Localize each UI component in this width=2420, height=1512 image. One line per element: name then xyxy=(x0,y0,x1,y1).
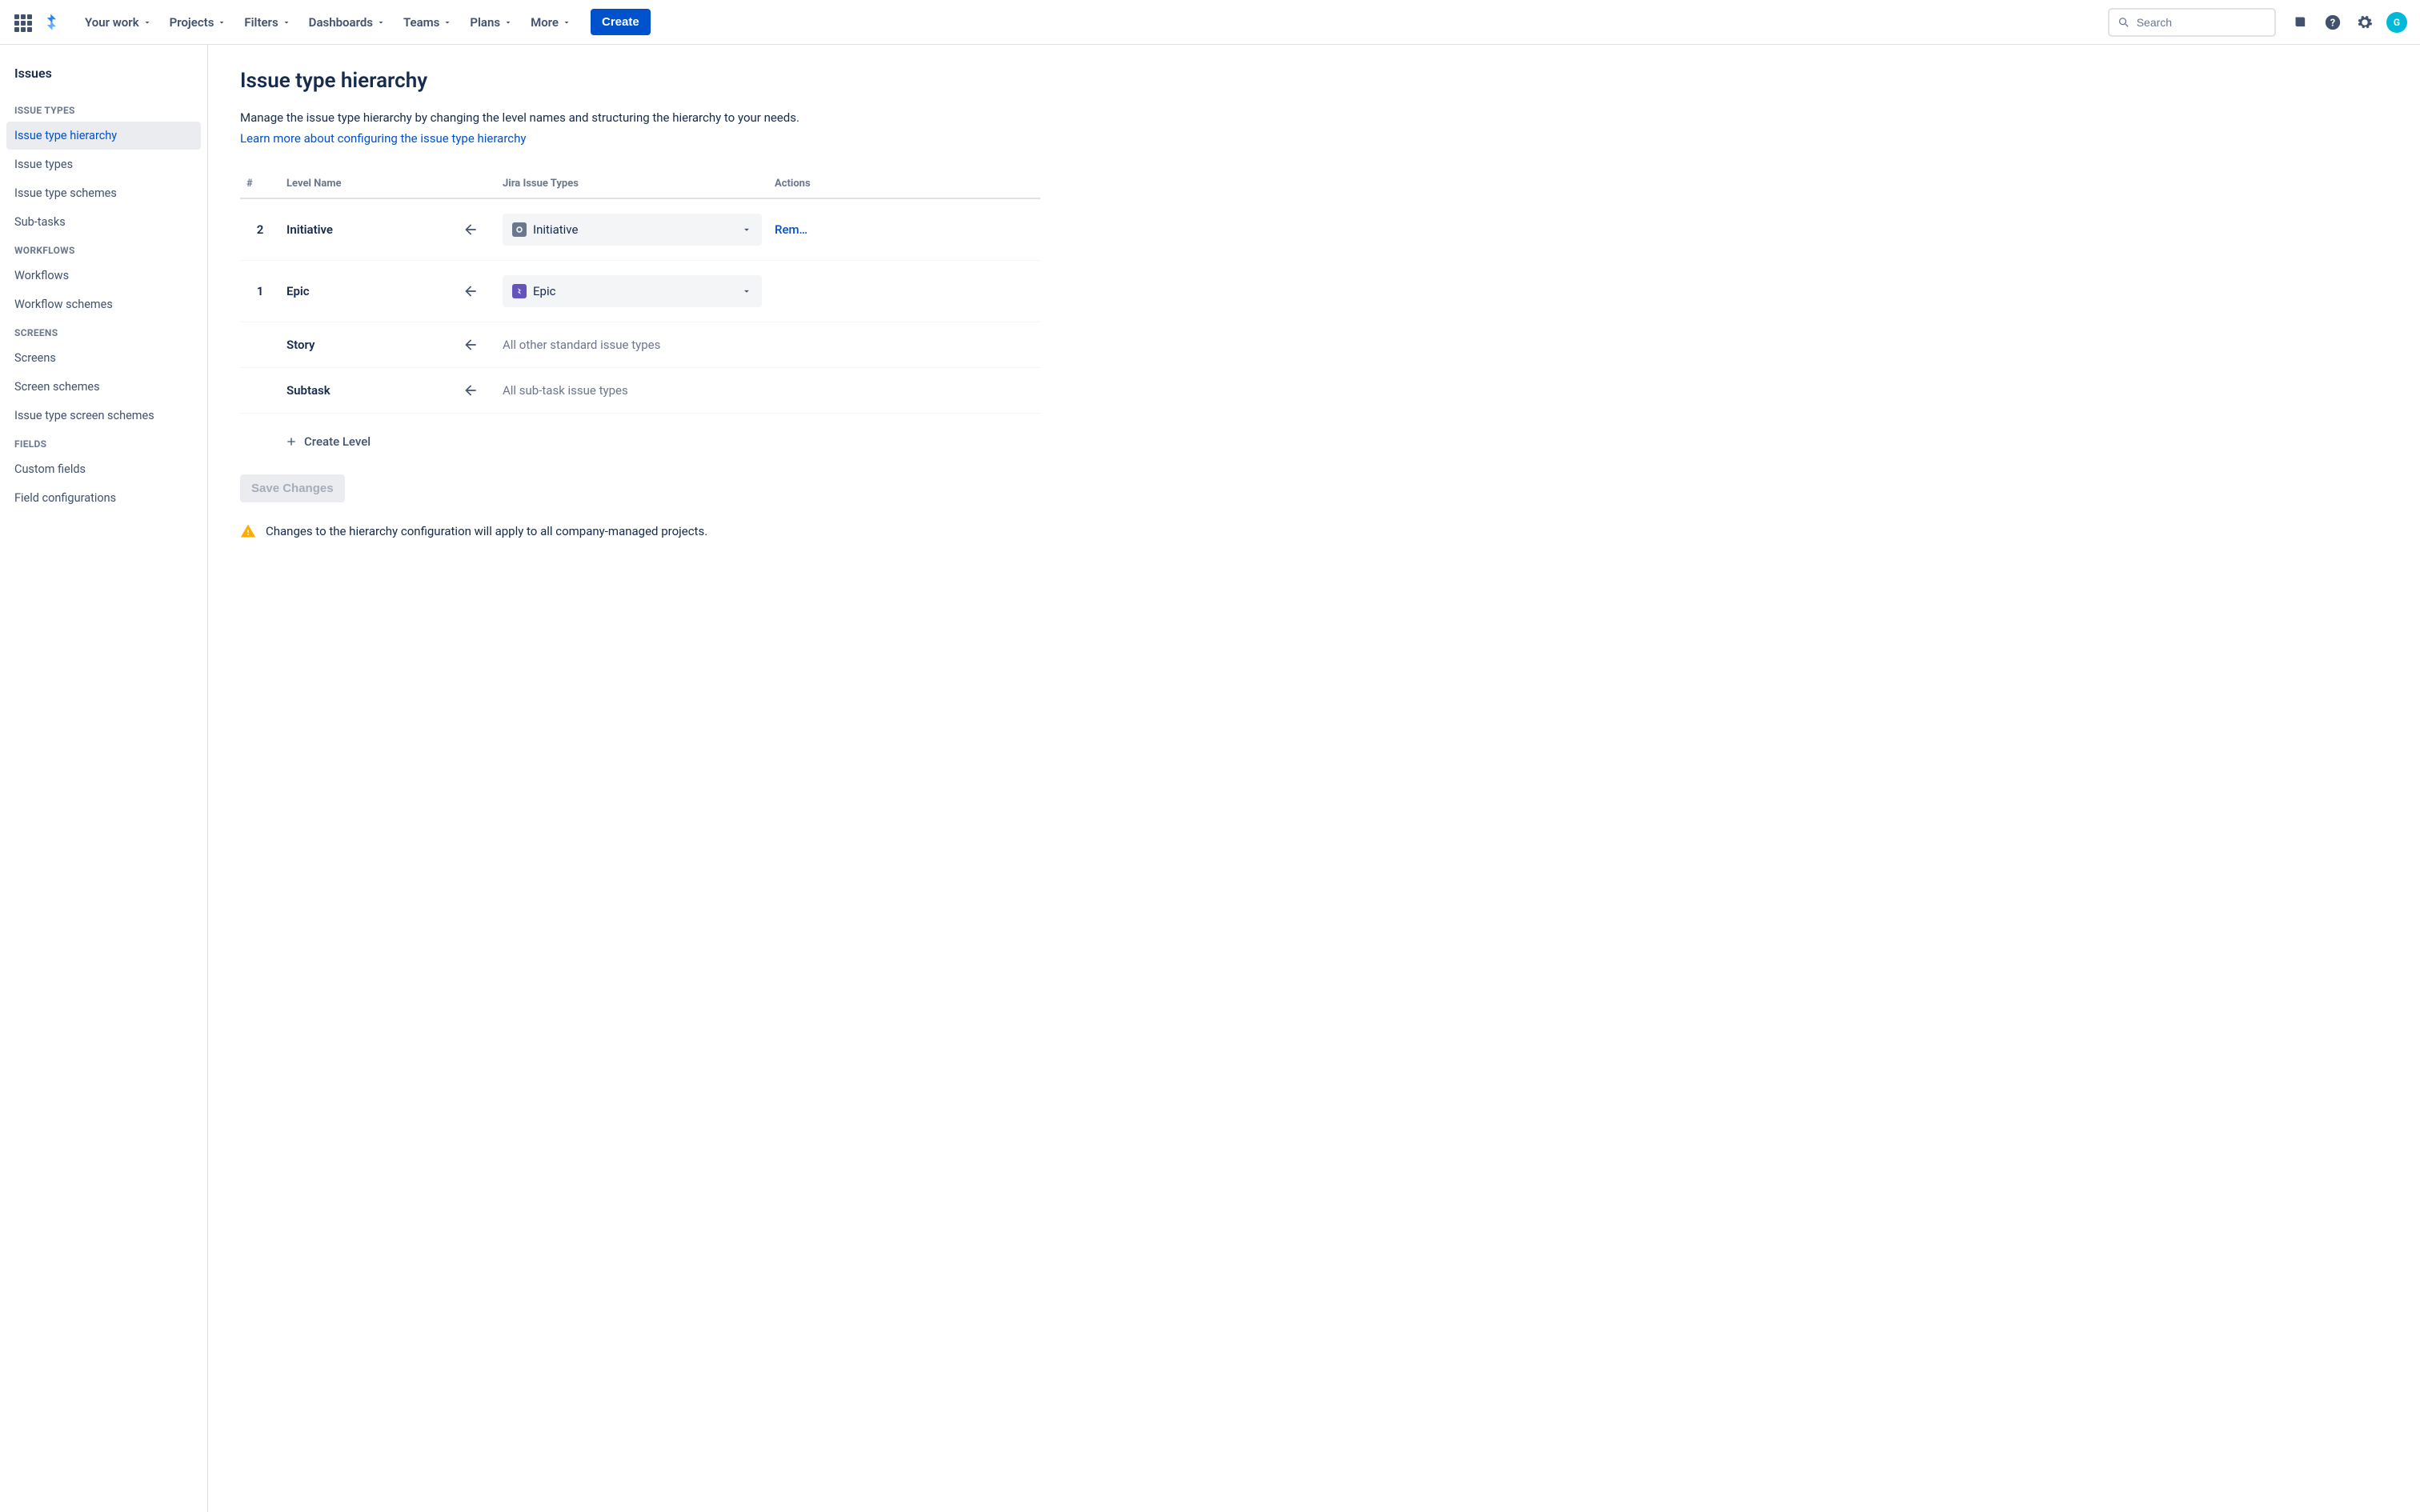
nav-label: Projects xyxy=(170,15,214,30)
sidebar-heading-workflows: WORKFLOWS xyxy=(6,237,201,261)
warning-message: Changes to the hierarchy configuration w… xyxy=(240,523,2388,539)
nav-label: Dashboards xyxy=(309,15,373,30)
search-box[interactable] xyxy=(2108,8,2276,37)
chevron-down-icon xyxy=(741,286,752,297)
search-icon xyxy=(2118,15,2130,30)
help-icon[interactable]: ? xyxy=(2322,12,2343,33)
user-avatar[interactable]: G xyxy=(2386,12,2407,33)
col-header-types: Jira Issue Types xyxy=(496,170,768,198)
issue-type-static: All sub-task issue types xyxy=(503,383,628,398)
chevron-down-icon xyxy=(562,18,571,27)
sidebar-item-workflows[interactable]: Workflows xyxy=(6,262,201,290)
row-action xyxy=(768,322,1040,368)
sidebar-title: Issues xyxy=(6,61,201,97)
remove-action[interactable]: Rem… xyxy=(768,198,1040,261)
nav-filters[interactable]: Filters xyxy=(236,10,298,34)
sidebar-item-issue-type-screen-schemes[interactable]: Issue type screen schemes xyxy=(6,402,201,430)
chevron-down-icon xyxy=(376,18,386,27)
nav-label: Your work xyxy=(85,15,139,30)
svg-text:?: ? xyxy=(2330,17,2335,29)
initiative-icon xyxy=(512,222,527,237)
issue-type-static: All other standard issue types xyxy=(503,338,660,352)
epic-icon xyxy=(512,284,527,298)
chevron-down-icon xyxy=(443,18,452,27)
app-switcher-icon[interactable] xyxy=(13,13,32,32)
chevron-down-icon xyxy=(282,18,291,27)
nav-utility-icons: ? G xyxy=(2290,12,2407,33)
sidebar-heading-issue-types: ISSUE TYPES xyxy=(6,97,201,121)
sidebar-item-issue-types[interactable]: Issue types xyxy=(6,150,201,178)
sidebar-item-screens[interactable]: Screens xyxy=(6,344,201,372)
nav-more[interactable]: More xyxy=(523,10,579,34)
chevron-down-icon xyxy=(503,18,513,27)
chevron-down-icon xyxy=(142,18,152,27)
level-name[interactable]: Story xyxy=(280,322,456,368)
issue-type-select[interactable]: Initiative xyxy=(503,214,762,246)
settings-icon[interactable] xyxy=(2354,12,2375,33)
create-button[interactable]: Create xyxy=(591,9,651,35)
chevron-down-icon xyxy=(741,224,752,235)
jira-logo-icon[interactable] xyxy=(42,13,61,32)
nav-label: Filters xyxy=(244,15,278,30)
sidebar-item-screen-schemes[interactable]: Screen schemes xyxy=(6,373,201,401)
row-num xyxy=(240,368,280,414)
search-input[interactable] xyxy=(2137,16,2266,29)
nav-plans[interactable]: Plans xyxy=(462,10,521,34)
issue-type-label: Initiative xyxy=(533,222,578,237)
chevron-down-icon xyxy=(217,18,226,27)
learn-more-link[interactable]: Learn more about configuring the issue t… xyxy=(240,131,526,146)
sidebar-item-sub-tasks[interactable]: Sub-tasks xyxy=(6,208,201,236)
arrow-left-icon xyxy=(463,382,479,398)
issue-type-label: Epic xyxy=(533,284,555,298)
sidebar-item-workflow-schemes[interactable]: Workflow schemes xyxy=(6,290,201,318)
warning-icon xyxy=(240,523,256,539)
hierarchy-table: # Level Name Jira Issue Types Actions 2 … xyxy=(240,170,1040,414)
notifications-icon[interactable] xyxy=(2290,12,2311,33)
row-num: 1 xyxy=(240,261,280,322)
nav-dashboards[interactable]: Dashboards xyxy=(301,10,394,34)
create-level-button[interactable]: Create Level xyxy=(282,428,374,455)
row-action xyxy=(768,368,1040,414)
nav-label: More xyxy=(531,15,559,30)
nav-your-work[interactable]: Your work xyxy=(77,10,160,34)
page-title: Issue type hierarchy xyxy=(240,69,2388,93)
sidebar-heading-fields: FIELDS xyxy=(6,430,201,454)
top-navigation: Your work Projects Filters Dashboards Te… xyxy=(0,0,2420,45)
create-level-label: Create Level xyxy=(304,434,371,449)
level-name[interactable]: Initiative xyxy=(280,198,456,261)
sidebar-item-issue-type-hierarchy[interactable]: Issue type hierarchy xyxy=(6,122,201,150)
nav-teams[interactable]: Teams xyxy=(395,10,460,34)
sidebar-item-custom-fields[interactable]: Custom fields xyxy=(6,455,201,483)
row-num xyxy=(240,322,280,368)
issue-type-select[interactable]: Epic xyxy=(503,275,762,307)
sidebar-item-field-configurations[interactable]: Field configurations xyxy=(6,484,201,512)
col-header-actions: Actions xyxy=(768,170,1040,198)
row-num: 2 xyxy=(240,198,280,261)
main-content: Issue type hierarchy Manage the issue ty… xyxy=(208,45,2420,1512)
nav-label: Plans xyxy=(470,15,500,30)
arrow-left-icon xyxy=(463,283,479,299)
level-name[interactable]: Subtask xyxy=(280,368,456,414)
arrow-left-icon xyxy=(463,222,479,238)
nav-links: Your work Projects Filters Dashboards Te… xyxy=(77,10,579,34)
table-row: 1 Epic Epic xyxy=(240,261,1040,322)
nav-projects[interactable]: Projects xyxy=(162,10,235,34)
level-name[interactable]: Epic xyxy=(280,261,456,322)
table-row: Subtask All sub-task issue types xyxy=(240,368,1040,414)
table-row: 2 Initiative Initiative xyxy=(240,198,1040,261)
arrow-left-icon xyxy=(463,337,479,353)
col-header-num: # xyxy=(240,170,280,198)
sidebar: Issues ISSUE TYPES Issue type hierarchy … xyxy=(0,45,208,1512)
table-row: Story All other standard issue types xyxy=(240,322,1040,368)
page-description: Manage the issue type hierarchy by chang… xyxy=(240,110,2388,125)
warning-text: Changes to the hierarchy configuration w… xyxy=(266,524,707,538)
col-header-name: Level Name xyxy=(280,170,456,198)
row-action xyxy=(768,261,1040,322)
plus-icon xyxy=(285,435,298,448)
sidebar-heading-screens: SCREENS xyxy=(6,319,201,343)
save-changes-button[interactable]: Save Changes xyxy=(240,474,345,502)
sidebar-item-issue-type-schemes[interactable]: Issue type schemes xyxy=(6,179,201,207)
nav-label: Teams xyxy=(403,15,439,30)
